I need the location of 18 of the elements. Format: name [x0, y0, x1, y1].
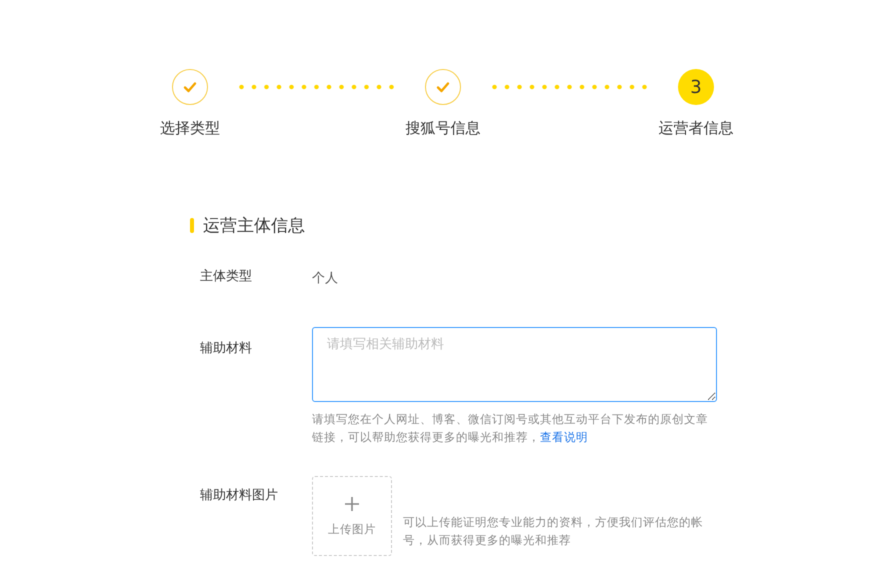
field-label: 主体类型	[200, 268, 253, 286]
field-label: 辅助材料图片	[200, 487, 279, 505]
help-link[interactable]: 查看说明	[540, 430, 588, 444]
step-label: 选择类型	[160, 119, 220, 138]
step-done-icon	[172, 69, 208, 105]
step-done-icon	[425, 69, 461, 105]
text-area[interactable]: 请填写相关辅助材料	[312, 327, 717, 402]
step-number: 3	[678, 69, 714, 105]
help-text: 请填写您在个人网址、博客、微信订阅号或其他互动平台下发布的原创文章链接，可以帮助您获得更多的曝光和推荐，查看说明	[312, 411, 709, 446]
help-text: 可以上传能证明您专业能力的资料，方便我们评估您的帐号，从而获得更多的曝光和推荐	[403, 514, 704, 549]
field-label: 辅助材料	[200, 340, 253, 358]
field-value: 个人	[312, 271, 338, 286]
section-marker	[190, 218, 194, 233]
step-label: 搜狐号信息	[406, 119, 480, 138]
plus-icon	[344, 496, 360, 512]
upload-button[interactable]: 上传图片	[312, 476, 392, 556]
step-label: 运营者信息	[658, 119, 734, 138]
section-title: 运营主体信息	[203, 215, 305, 237]
